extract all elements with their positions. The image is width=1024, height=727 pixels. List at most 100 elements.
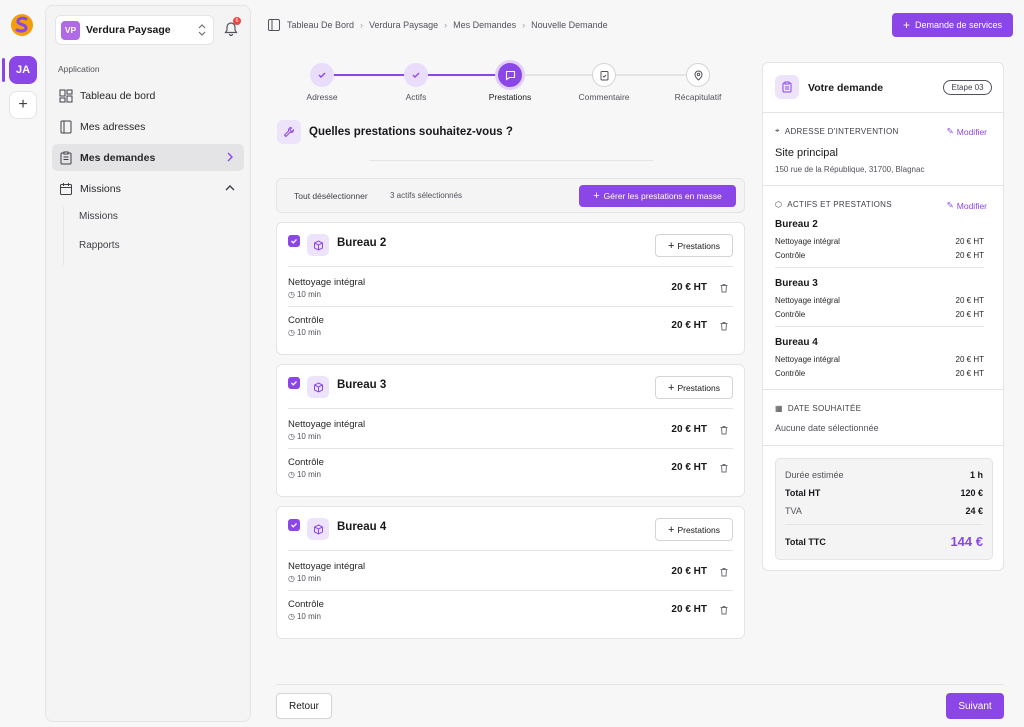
divider <box>763 389 1003 390</box>
step-summary[interactable] <box>686 63 710 87</box>
sidebar-toggle-icon[interactable] <box>268 19 280 31</box>
plus-icon: + <box>593 190 600 202</box>
plus-icon: + <box>668 523 675 536</box>
asset-title: Bureau 2 <box>337 237 387 249</box>
trash-icon[interactable] <box>719 321 729 331</box>
tva-value: 24 € <box>965 506 983 516</box>
stepper: Adresse Actifs Prestations Commentaire R… <box>276 60 746 110</box>
trash-icon[interactable] <box>719 283 729 293</box>
summary-service-price: 20 € HT <box>955 251 984 260</box>
breadcrumb-separator: › <box>360 20 364 30</box>
duration-text: 10 min <box>296 574 321 583</box>
map-pin-icon <box>693 70 703 81</box>
step-comment[interactable] <box>592 63 616 87</box>
sidebar-item-dashboard[interactable]: Tableau de bord <box>52 82 244 109</box>
asset-summary-title: Bureau 2 <box>775 219 818 230</box>
sidebar-subitem-missions[interactable]: Missions <box>79 211 118 222</box>
step-label: Prestations <box>488 92 532 102</box>
sidebar-item-requests[interactable]: Mes demandes <box>52 144 244 171</box>
add-services-label: Prestations <box>677 240 720 251</box>
bulk-services-button[interactable]: + Gérer les prestations en masse <box>579 185 736 207</box>
trash-icon[interactable] <box>719 425 729 435</box>
duration-text: 10 min <box>296 432 321 441</box>
divider <box>288 448 733 449</box>
divider <box>288 550 733 551</box>
duration-text: 10 min <box>296 612 321 621</box>
edit-address-link[interactable]: ✎ Modifier <box>947 126 987 137</box>
app-logo-icon[interactable] <box>10 13 34 37</box>
duration-label: Durée estimée <box>785 470 844 480</box>
workspace-avatar: VP <box>61 20 80 40</box>
asset-summary-title: Bureau 3 <box>775 278 818 289</box>
address-line: 150 rue de la République, 31700, Blagnac <box>775 165 925 174</box>
service-price: 20 € HT <box>671 282 707 293</box>
total-ttc-label: Total TTC <box>785 536 826 547</box>
clock-icon: ◷ <box>288 432 295 441</box>
chevron-right-icon <box>227 152 233 162</box>
total-ttc-value: 144 € <box>950 534 983 549</box>
service-name: Contrôle <box>288 599 324 610</box>
service-price: 20 € HT <box>671 604 707 615</box>
breadcrumb-separator: › <box>522 20 526 30</box>
asset-checkbox[interactable] <box>288 519 300 531</box>
add-services-button[interactable]: + Prestations <box>655 518 733 541</box>
service-name: Nettoyage intégral <box>288 277 366 288</box>
step-address[interactable] <box>310 63 334 87</box>
edit-label: Modifier <box>956 200 987 211</box>
breadcrumb-item[interactable]: Verdura Paysage <box>369 20 438 30</box>
asset-checkbox[interactable] <box>288 377 300 389</box>
service-duration: ◷ 10 min <box>288 470 321 479</box>
summary-service-name: Nettoyage intégral <box>775 355 840 364</box>
asset-checkbox[interactable] <box>288 235 300 247</box>
summary-service-price: 20 € HT <box>955 355 984 364</box>
step-label: Récapitulatif <box>674 92 722 102</box>
check-icon <box>412 72 420 78</box>
check-icon <box>291 381 297 386</box>
divider <box>763 445 1003 446</box>
breadcrumb-item[interactable]: Tableau De Bord <box>287 20 354 30</box>
check-icon <box>318 72 326 78</box>
breadcrumb-item[interactable]: Mes Demandes <box>453 20 516 30</box>
selection-count: 3 actifs sélectionnés <box>390 191 463 200</box>
add-workspace-button[interactable]: + <box>9 91 37 119</box>
assets-section-heading: ⬡ ACTIFS ET PRESTATIONS <box>775 200 892 209</box>
summary-service-price: 20 € HT <box>955 296 984 305</box>
workspace-rail: JA + <box>0 0 45 727</box>
divider <box>763 112 1003 113</box>
divider <box>785 524 983 525</box>
service-price: 20 € HT <box>671 424 707 435</box>
step-connector <box>416 74 498 76</box>
summary-service-row: Contrôle 20 € HT <box>775 251 984 260</box>
asset-card: Bureau 2 + Prestations Nettoyage intégral… <box>276 222 745 355</box>
step-services[interactable] <box>498 63 522 87</box>
user-avatar[interactable]: JA <box>9 56 37 84</box>
step-assets[interactable] <box>404 63 428 87</box>
date-section-heading: ▦ DATE SOUHAITÉE <box>775 404 861 413</box>
divider <box>763 185 1003 186</box>
trash-icon[interactable] <box>719 463 729 473</box>
divider <box>288 590 733 591</box>
edit-assets-link[interactable]: ✎ Modifier <box>947 200 987 211</box>
clipboard-icon <box>775 75 799 99</box>
summary-service-row: Contrôle 20 € HT <box>775 369 984 378</box>
sidebar-subitem-reports[interactable]: Rapports <box>79 240 120 251</box>
page-question: Quelles prestations souhaitez-vous ? <box>309 126 513 138</box>
footer-divider <box>276 684 1004 685</box>
add-services-button[interactable]: + Prestations <box>655 234 733 257</box>
sidebar-item-missions[interactable]: Missions <box>52 175 244 202</box>
next-button[interactable]: Suivant <box>946 693 1004 719</box>
service-request-button[interactable]: + Demande de services <box>892 13 1013 37</box>
add-services-button[interactable]: + Prestations <box>655 376 733 399</box>
back-button[interactable]: Retour <box>276 693 332 719</box>
divider <box>369 160 653 161</box>
total-ht-value: 120 € <box>960 488 983 498</box>
sidebar-item-addresses[interactable]: Mes adresses <box>52 113 244 140</box>
asset-title: Bureau 3 <box>337 379 387 391</box>
workspace-switcher[interactable]: VP Verdura Paysage <box>55 15 214 45</box>
message-icon <box>505 70 515 81</box>
deselect-all-button[interactable]: Tout désélectionner <box>294 191 368 201</box>
trash-icon[interactable] <box>719 605 729 615</box>
duration-text: 10 min <box>296 328 321 337</box>
summary-service-name: Contrôle <box>775 369 806 378</box>
trash-icon[interactable] <box>719 567 729 577</box>
